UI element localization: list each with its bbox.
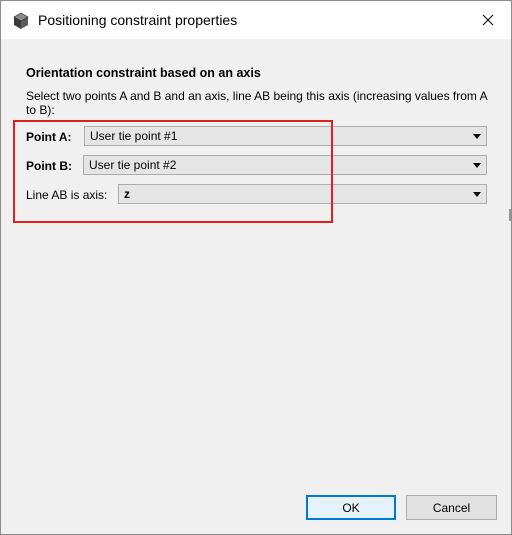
resize-handle[interactable] — [509, 209, 511, 221]
instruction-text: Select two points A and B and an axis, l… — [26, 89, 487, 117]
section-heading: Orientation constraint based on an axis — [26, 66, 261, 80]
cancel-button[interactable]: Cancel — [406, 495, 497, 520]
ok-button[interactable]: OK — [306, 495, 396, 520]
close-icon — [482, 14, 494, 26]
chevron-down-icon — [473, 134, 481, 139]
cube-icon — [12, 12, 30, 30]
annotation-highlight-box — [13, 120, 333, 223]
window-title: Positioning constraint properties — [38, 12, 238, 28]
chevron-down-icon — [473, 163, 481, 168]
chevron-down-icon — [473, 192, 481, 197]
title-bar[interactable]: Positioning constraint properties — [1, 1, 511, 39]
close-button[interactable] — [465, 1, 511, 39]
dialog-window: Positioning constraint properties Orient… — [0, 0, 512, 535]
